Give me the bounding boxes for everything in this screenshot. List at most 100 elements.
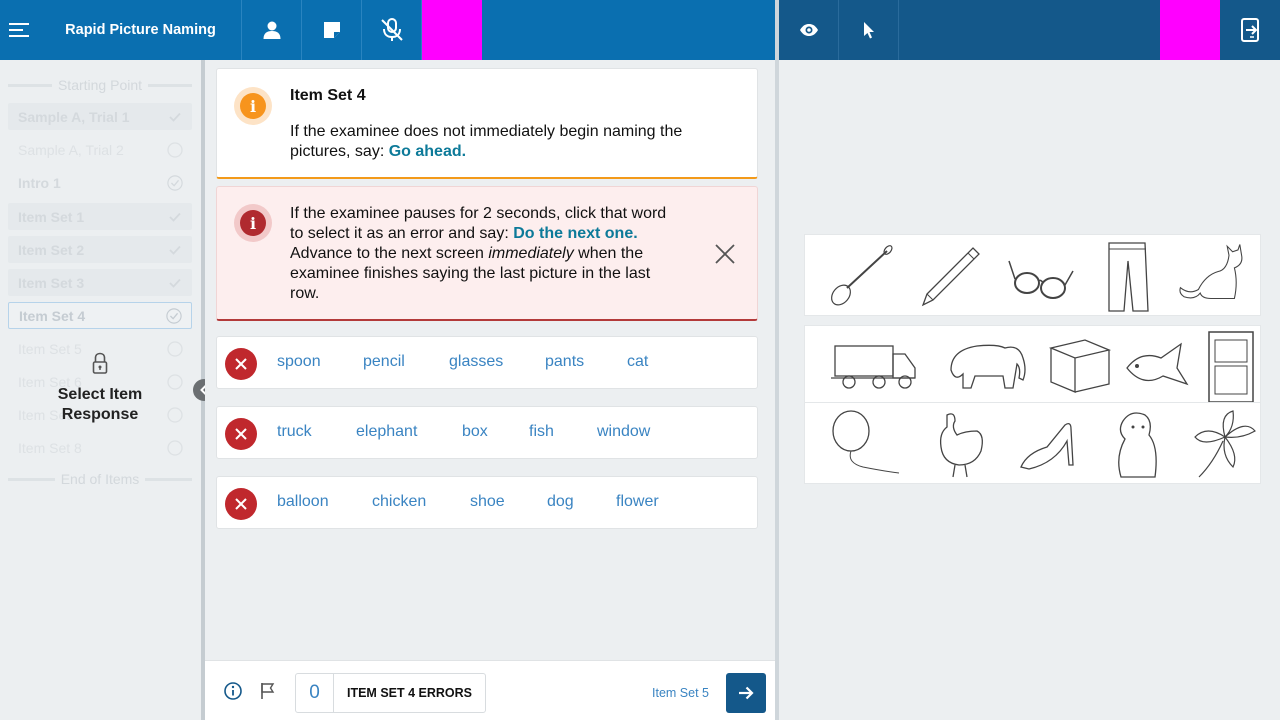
sidebar-item-intro-1[interactable]: Intro 1 [8, 169, 192, 196]
word-pants[interactable]: pants [545, 353, 584, 371]
row-2-error-button[interactable] [225, 418, 257, 450]
info-icon[interactable] [224, 682, 242, 700]
word-dog[interactable]: dog [547, 493, 574, 511]
check-icon [167, 275, 183, 291]
circle-icon [167, 141, 183, 158]
sidebar-item-item-set-2[interactable]: Item Set 2 [8, 236, 192, 263]
next-button[interactable] [726, 673, 766, 713]
error-count-label: ITEM SET 4 ERRORS [346, 686, 473, 700]
check-icon [167, 109, 183, 125]
magenta-marker-right [1160, 0, 1220, 60]
lock-icon [92, 352, 108, 374]
mic-off-icon [380, 18, 403, 41]
preview-button[interactable] [779, 0, 839, 60]
close-icon[interactable] [713, 242, 737, 266]
word-truck[interactable]: truck [277, 423, 312, 441]
word-balloon[interactable]: balloon [277, 493, 329, 511]
exit-icon [1241, 18, 1259, 42]
notes-button[interactable] [302, 0, 362, 60]
word-spoon[interactable]: spoon [277, 353, 321, 371]
eye-icon [799, 24, 818, 36]
sidebar-item-item-set-3[interactable]: Item Set 3 [8, 269, 192, 296]
balloon-picture [832, 410, 900, 474]
alert-icon: i [240, 210, 266, 236]
info-icon: i [240, 93, 266, 119]
examiner-content: i Item Set 4 If the examinee does not im… [205, 60, 775, 660]
cat-picture [1179, 244, 1243, 300]
word-window[interactable]: window [597, 423, 650, 441]
word-chicken[interactable]: chicken [372, 493, 426, 511]
check-circle-icon [166, 307, 182, 324]
circle-icon [167, 439, 183, 456]
word-pencil[interactable]: pencil [363, 353, 405, 371]
mic-toggle-button[interactable] [362, 0, 422, 60]
end-of-items-separator: End of Items [8, 471, 192, 487]
sidebar-item-item-set-4[interactable]: Item Set 4 [8, 302, 192, 329]
word-glasses[interactable]: glasses [449, 353, 503, 371]
shoe-picture [1020, 423, 1074, 470]
sidebar-item-sample-a-trial-1[interactable]: Sample A, Trial 1 [8, 103, 192, 130]
truck-picture [831, 345, 916, 389]
box-picture [1048, 339, 1112, 393]
sidebar-item-item-set-1[interactable]: Item Set 1 [8, 203, 192, 230]
row-1-error-button[interactable] [225, 348, 257, 380]
info-card-text: If the examinee does not immediately beg… [290, 123, 683, 160]
warning-badge: i [234, 204, 272, 242]
row-3-error-button[interactable] [225, 488, 257, 520]
x-icon [235, 358, 247, 370]
pane-divider[interactable] [775, 0, 779, 720]
pointer-icon [863, 22, 874, 39]
select-item-response-overlay: Select Item Response [30, 352, 170, 425]
person-icon [263, 21, 280, 39]
pants-picture [1108, 242, 1149, 312]
starting-point-separator: Starting Point [8, 77, 192, 93]
footer-bar: 0 ITEM SET 4 ERRORS Item Set 5 [205, 660, 775, 720]
examiner-toolbar: Rapid Picture Naming [0, 0, 775, 60]
info-badge: i [234, 87, 272, 125]
glasses-picture [1008, 260, 1074, 299]
warning-card: i If the examinee pauses for 2 seconds, … [216, 186, 758, 321]
flag-icon[interactable] [260, 682, 276, 700]
magenta-marker [422, 0, 482, 60]
chicken-picture [939, 413, 983, 478]
item-navigation: Starting Point Sample A, Trial 1 Sample … [0, 60, 201, 720]
sidebar-item-sample-a-trial-2[interactable]: Sample A, Trial 2 [8, 136, 192, 163]
stimulus-row-2 [804, 325, 1261, 407]
error-count-value: 0 [296, 674, 334, 712]
pointer-button[interactable] [839, 0, 899, 60]
sidebar-item-item-set-8[interactable]: Item Set 8 [8, 434, 192, 461]
response-row-2: truck elephant box fish window [216, 406, 758, 459]
stimulus-row-3 [804, 402, 1261, 484]
flower-picture [1194, 410, 1256, 478]
word-elephant[interactable]: elephant [356, 423, 417, 441]
pencil-picture [921, 247, 980, 307]
word-cat[interactable]: cat [627, 353, 648, 371]
word-fish[interactable]: fish [529, 423, 554, 441]
arrow-right-icon [739, 686, 754, 700]
word-flower[interactable]: flower [616, 493, 659, 511]
info-card-title: Item Set 4 [290, 87, 366, 104]
dog-picture [1118, 412, 1157, 478]
select-item-label-line2: Response [61, 406, 139, 423]
app-title: Rapid Picture Naming [40, 0, 242, 60]
next-item-label: Item Set 5 [652, 686, 709, 700]
response-row-3: balloon chicken shoe dog flower [216, 476, 758, 529]
spoon-picture [831, 245, 893, 306]
note-icon [323, 22, 340, 38]
check-circle-icon [167, 174, 183, 191]
fish-picture [1126, 342, 1189, 386]
word-shoe[interactable]: shoe [470, 493, 505, 511]
word-box[interactable]: box [462, 423, 488, 441]
exit-button[interactable] [1220, 0, 1280, 60]
x-icon [235, 428, 247, 440]
warning-card-text: If the examinee pauses for 2 seconds, cl… [290, 205, 667, 302]
error-counter: 0 ITEM SET 4 ERRORS [295, 673, 486, 713]
examinee-button[interactable] [242, 0, 302, 60]
check-icon [167, 242, 183, 258]
window-picture [1208, 331, 1254, 403]
response-row-1: spoon pencil glasses pants cat [216, 336, 758, 389]
menu-button[interactable] [0, 0, 40, 60]
x-icon [235, 498, 247, 510]
examinee-toolbar [779, 0, 1280, 60]
menu-icon [9, 23, 29, 37]
